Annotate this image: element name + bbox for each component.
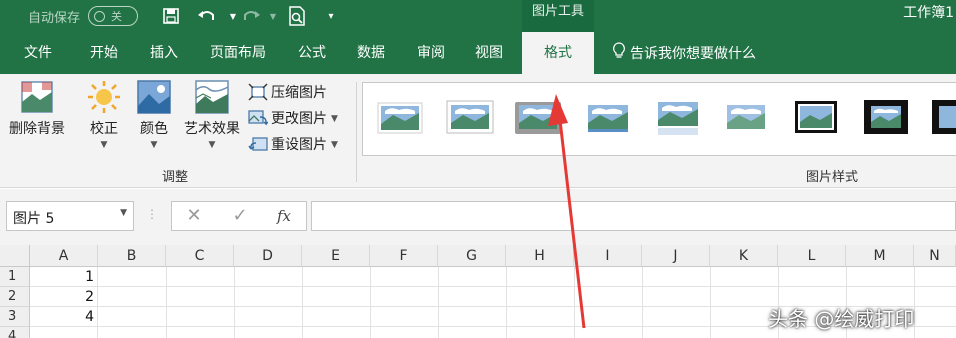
annotation-arrow: [548, 94, 586, 329]
watermark: 头条 @绘威打印: [768, 307, 915, 331]
